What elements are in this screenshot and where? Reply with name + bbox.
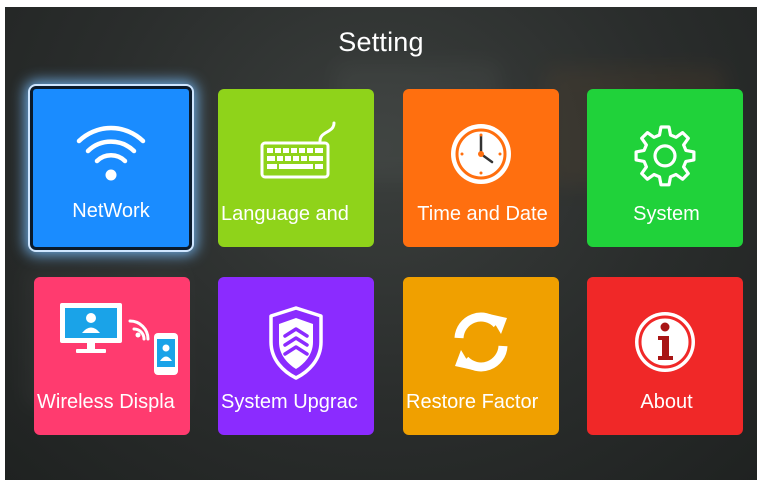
tile-label: Time and Date bbox=[417, 203, 548, 225]
tile-label: NetWork bbox=[72, 200, 150, 222]
tile-about[interactable]: About bbox=[587, 277, 743, 435]
tile-label: System bbox=[633, 203, 700, 225]
clock-icon bbox=[403, 113, 559, 195]
restore-arrows-icon bbox=[403, 301, 559, 383]
wireless-display-icon bbox=[34, 295, 190, 377]
tile-wireless-display[interactable]: Wireless Displa bbox=[34, 277, 190, 435]
tile-system[interactable]: System bbox=[587, 89, 743, 247]
tile-label: Language and bbox=[221, 203, 349, 225]
tile-time-date[interactable]: Time and Date bbox=[403, 89, 559, 247]
shield-upgrade-icon bbox=[218, 301, 374, 383]
info-icon bbox=[587, 301, 743, 383]
tile-label: About bbox=[640, 391, 693, 413]
tile-system-upgrade[interactable]: System Upgrac bbox=[218, 277, 374, 435]
wifi-icon bbox=[33, 110, 189, 192]
page-title: Setting bbox=[338, 27, 424, 57]
tile-label: Restore Factor bbox=[406, 391, 539, 413]
keyboard-icon bbox=[218, 113, 374, 195]
gear-icon bbox=[587, 113, 743, 195]
tile-label: System Upgrac bbox=[221, 391, 358, 413]
tile-restore-factory[interactable]: Restore Factor bbox=[403, 277, 559, 435]
tile-network[interactable]: NetWork bbox=[30, 86, 192, 250]
settings-screen: Setting NetWork Language and Time and Da… bbox=[5, 7, 757, 480]
tile-language[interactable]: Language and bbox=[218, 89, 374, 247]
tile-label: Wireless Displa bbox=[37, 391, 175, 413]
